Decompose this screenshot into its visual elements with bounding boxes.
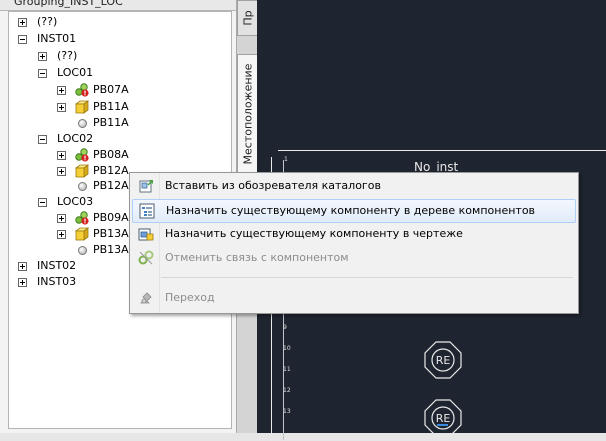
collapse-minus-icon[interactable] [38, 198, 47, 207]
menu-separator [161, 277, 573, 278]
catalog-insert-icon [138, 178, 154, 194]
menu-item-unlink-component[interactable]: Отменить связь с компонентом [132, 247, 574, 269]
tree-node-label: INST01 [37, 32, 77, 45]
tree-node-label: PB07A [93, 83, 129, 96]
expand-plus-icon[interactable] [57, 167, 66, 176]
row-number: 10 [283, 345, 291, 352]
tab-location[interactable]: Местоположение [237, 54, 258, 174]
expand-plus-icon[interactable] [57, 103, 66, 112]
panel-title-bar: Grouping_INST_LOC [0, 0, 236, 11]
row-number: 12 [283, 387, 291, 394]
collapse-minus-icon[interactable] [38, 69, 47, 78]
assign-tree-icon [139, 203, 155, 219]
tree-node-label: PB12A [93, 164, 129, 177]
menu-item-label: Назначить существующему компоненту в чер… [165, 227, 463, 240]
circle-icon [78, 182, 87, 191]
row-number: 11 [283, 366, 291, 373]
tree-node-label: INST02 [37, 259, 77, 272]
expand-plus-icon[interactable] [57, 151, 66, 160]
circle-icon [78, 119, 87, 128]
component-linked-error-icon [75, 211, 89, 225]
circle-icon [78, 246, 87, 255]
yellow-box-icon [74, 100, 90, 114]
tree-node-label: LOC02 [57, 132, 94, 145]
tab-project[interactable]: Пр [237, 0, 258, 36]
sheet-corner-chamfer [271, 150, 278, 157]
expand-plus-icon[interactable] [57, 230, 66, 239]
expand-plus-icon[interactable] [38, 52, 47, 61]
row-number: 13 [283, 408, 291, 415]
tree-node-label: (??) [57, 49, 78, 62]
menu-item-assign-in-tree[interactable]: Назначить существующему компоненту в дер… [132, 199, 576, 223]
menu-item-insert-from-catalog[interactable]: Вставить из обозревателя каталогов [132, 175, 574, 197]
goto-icon [138, 290, 154, 306]
tree-node-label: INST03 [37, 275, 77, 288]
component-linked-error-icon [75, 148, 89, 162]
tree-node-label: LOC03 [57, 195, 94, 208]
menu-item-assign-in-drawing[interactable]: Назначить существующему компоненту в чер… [132, 223, 574, 245]
relay-symbol[interactable]: RE [423, 340, 463, 380]
component-linked-error-icon [75, 83, 89, 97]
symbol-label: RE [436, 412, 451, 425]
yellow-box-icon [74, 164, 90, 178]
menu-item-label: Отменить связь с компонентом [165, 251, 349, 264]
expand-plus-icon[interactable] [18, 18, 27, 27]
expand-plus-icon[interactable] [57, 86, 66, 95]
unlink-icon [138, 250, 154, 266]
collapse-minus-icon[interactable] [38, 135, 47, 144]
tab-label: Местоположение [241, 63, 254, 165]
relay-symbol[interactable]: RE [423, 398, 463, 438]
tree-node-label: (??) [37, 15, 58, 28]
tree-node-label: PB11A [93, 116, 129, 129]
panel-title: Grouping_INST_LOC [14, 0, 123, 8]
menu-item-label: Назначить существующему компоненту в дер… [166, 204, 536, 217]
tree-node-label: PB13A [93, 227, 129, 240]
tree-node-label: LOC01 [57, 66, 94, 79]
expand-plus-icon[interactable] [57, 214, 66, 223]
tab-label: Пр [241, 10, 254, 26]
tree-node-label: PB11A [93, 100, 129, 113]
symbol-label: RE [436, 354, 451, 367]
assign-drawing-icon [138, 226, 154, 242]
row-number: 1 [284, 156, 288, 163]
row-number: 9 [283, 324, 287, 331]
expand-plus-icon[interactable] [18, 262, 27, 271]
tree-node-label: PB09A [93, 211, 129, 224]
expand-plus-icon[interactable] [18, 278, 27, 287]
tree-node-label: PB13A [93, 243, 129, 256]
menu-item-goto[interactable]: Переход [132, 287, 574, 309]
menu-item-label: Вставить из обозревателя каталогов [165, 179, 381, 192]
yellow-box-icon [74, 227, 90, 241]
collapse-minus-icon[interactable] [18, 35, 27, 44]
tree-node-label: PB08A [93, 148, 129, 161]
tree-node-label: PB12A [93, 179, 129, 192]
context-menu: Вставить из обозревателя каталогов Назна… [129, 172, 579, 314]
menu-item-label: Переход [165, 291, 215, 304]
